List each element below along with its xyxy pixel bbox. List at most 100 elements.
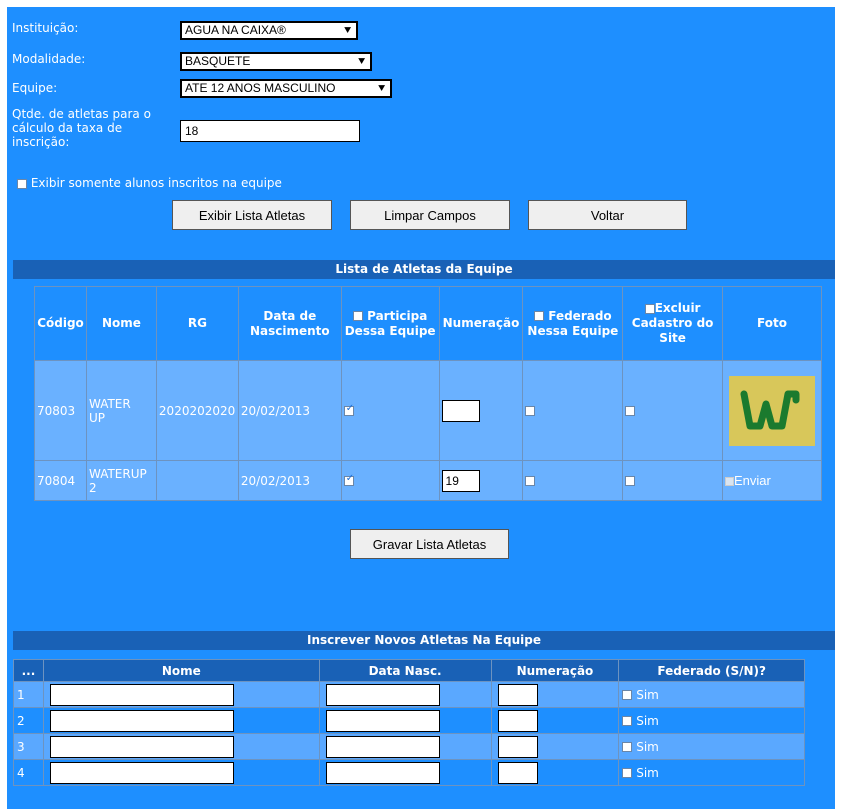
cell-codigo: 70803 [34,360,87,461]
col-codigo: Código [34,286,87,361]
cell-numeracao: 19 [438,460,524,501]
cell-foto [721,360,823,461]
federado-checkbox[interactable] [525,476,536,486]
col-excluir-line2: Cadastro do [631,316,714,330]
photo-alt-text[interactable]: Enviar [734,473,771,488]
cell-new-data [318,733,492,760]
cell-nome-line2: 2 [88,480,97,495]
cell-new-federado: Sim [618,707,805,734]
cell-nome: WATER UP [85,360,157,461]
new-nome-input[interactable] [49,709,234,732]
cell-new-nome [42,681,320,708]
new-federado-checkbox[interactable] [622,768,633,778]
col-participa-line2: Dessa Equipe [344,323,436,338]
excluir-checkbox[interactable] [625,406,636,416]
col-new-nome: Nome [42,659,320,682]
limpar-campos-button[interactable]: Limpar Campos [350,200,510,230]
cell-nome-line1: WATER [88,396,131,411]
equipe-label: Equipe: [12,81,58,95]
row-index: 3 [13,733,44,760]
col-rg: RG [155,286,239,361]
new-numeracao-input[interactable] [497,709,538,732]
instituicao-select[interactable]: AGUA NA CAIXA® ⯆ [180,21,358,40]
col-excluir-line1: Excluir [654,301,701,315]
modalidade-select[interactable]: BASQUETE ⯆ [180,52,372,71]
new-federado-checkbox[interactable] [622,690,633,700]
new-numeracao-input[interactable] [497,735,538,758]
col-data-line2: Nascimento [249,323,330,338]
sim-label: Sim [636,687,659,702]
modalidade-label: Modalidade: [12,52,86,66]
new-data-input[interactable] [325,683,440,706]
cell-federado [522,360,624,461]
cell-new-federado: Sim [618,681,805,708]
new-numeracao-input[interactable] [497,683,538,706]
gravar-lista-atletas-button[interactable]: Gravar Lista Atletas [350,529,509,559]
excluir-all-checkbox[interactable] [644,303,655,314]
exibir-somente-row: Exibir somente alunos inscritos na equip… [17,176,282,190]
exibir-somente-label: Exibir somente alunos inscritos na equip… [30,176,282,190]
exibir-somente-checkbox[interactable] [17,178,27,189]
participa-checkbox[interactable] [343,403,354,416]
table-row: 1 Sim [13,681,805,708]
row-index: 2 [13,707,44,734]
new-nome-input[interactable] [49,735,234,758]
new-numeracao-input[interactable] [497,761,538,784]
qtde-label-line3: inscrição: [12,135,70,149]
federado-checkbox[interactable] [525,406,536,416]
new-data-input[interactable] [325,735,440,758]
sim-label: Sim [636,765,659,780]
new-nome-input[interactable] [49,683,234,706]
new-athletes-table: ... Nome Data Nasc. Numeração Federado (… [13,659,805,786]
new-athletes-title: Inscrever Novos Atletas Na Equipe [13,631,835,650]
col-data-line1: Data de [263,308,317,323]
table-row: 3 Sim [13,733,805,760]
col-participa: Participa Dessa Equipe [340,286,440,361]
modalidade-select-value: BASQUETE [185,54,251,68]
qtde-atletas-input[interactable]: 18 [180,120,360,142]
sim-label: Sim [636,739,659,754]
cell-participa [340,360,440,461]
participa-checkbox[interactable] [343,473,354,486]
cell-new-data [318,759,492,786]
cell-new-nome [42,707,320,734]
numeracao-input[interactable] [441,399,480,422]
col-nome: Nome [85,286,157,361]
new-federado-checkbox[interactable] [622,716,633,726]
voltar-button[interactable]: Voltar [528,200,687,230]
col-federado-line2: Nessa Equipe [527,323,619,338]
new-federado-checkbox[interactable] [622,742,633,752]
col-federado: Federado Nessa Equipe [522,286,624,361]
col-excluir: Excluir Cadastro do Site [622,286,723,361]
col-new-federado: Federado (S/N)? [618,659,805,682]
cell-foto: Enviar [721,460,823,501]
new-data-input[interactable] [325,761,440,784]
col-idx: ... [13,659,44,682]
athlete-photo-logo[interactable] [728,375,815,446]
cell-new-nome [42,733,320,760]
numeracao-input[interactable]: 19 [441,469,480,492]
federado-all-checkbox[interactable] [534,311,545,321]
col-numeracao: Numeração [438,286,524,361]
equipe-select[interactable]: ATE 12 ANOS MASCULINO ⯆ [180,79,392,98]
participa-all-checkbox[interactable] [352,311,363,321]
cell-federado [522,460,624,501]
cell-data: 20/02/2013 [237,460,342,501]
chevron-down-icon: ⯆ [357,56,366,68]
col-data-nascimento: Data de Nascimento [237,286,342,361]
cell-rg: 2020202020 [155,360,239,461]
team-table-header-row: Código Nome RG Data de Nascimento Partic… [34,286,823,361]
waterup-logo-icon [740,390,800,429]
new-nome-input[interactable] [49,761,234,784]
exibir-lista-atletas-button[interactable]: Exibir Lista Atletas [172,200,332,230]
table-row: 70804 WATERUP 2 20/02/2013 19 Enviar [34,460,823,501]
cell-new-numeracao [490,681,620,708]
cell-participa [340,460,440,501]
instituicao-select-value: AGUA NA CAIXA® [185,23,286,37]
new-data-input[interactable] [325,709,440,732]
page: Instituição: AGUA NA CAIXA® ⯆ Modalidade… [7,7,835,809]
cell-new-numeracao [490,733,620,760]
col-foto: Foto [721,286,823,361]
excluir-checkbox[interactable] [625,476,636,486]
col-participa-line1: Participa [367,308,428,323]
